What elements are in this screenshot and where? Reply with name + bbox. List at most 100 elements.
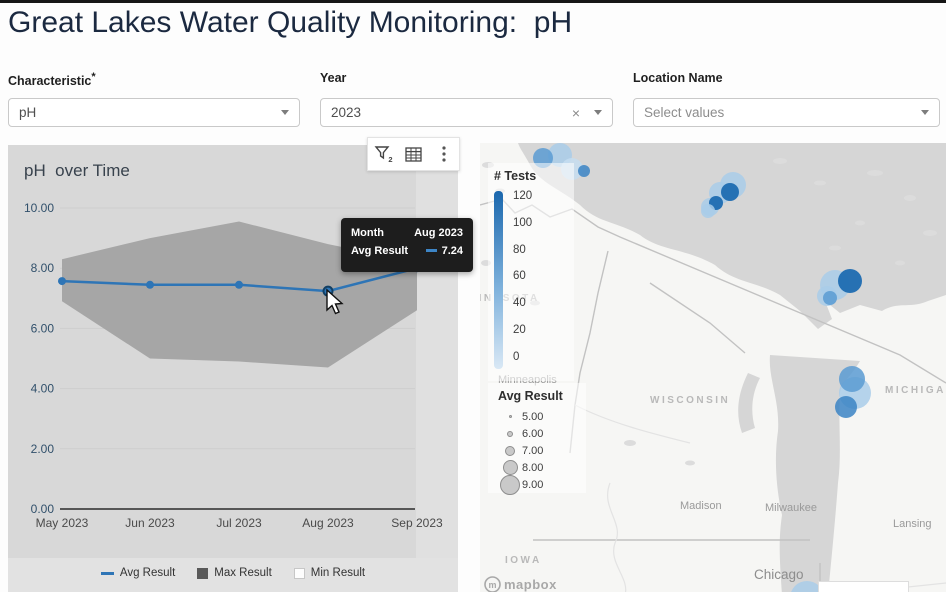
location-label: Location Name [633, 71, 723, 85]
characteristic-value: pH [19, 105, 281, 120]
size-dot [509, 415, 512, 418]
filter-characteristic: Characteristic* pH [8, 71, 96, 88]
required-marker: * [91, 71, 95, 83]
tests-legend-tick: 60 [513, 271, 532, 283]
tooltip-avg-label: Avg Result [351, 245, 408, 257]
min-swatch [294, 568, 305, 579]
tests-legend-tick: 80 [513, 245, 532, 257]
chevron-down-icon[interactable] [921, 110, 929, 115]
svg-text:0.00: 0.00 [31, 502, 55, 516]
color-gradient-bar [494, 191, 503, 369]
tooltip-month-label: Month [351, 227, 384, 239]
filter-count-button[interactable]: 2 [370, 141, 396, 167]
location-placeholder: Select values [644, 105, 921, 120]
chart-title: pH over Time [24, 161, 130, 181]
test-bubble[interactable] [701, 204, 715, 218]
size-label: 7.00 [522, 445, 543, 457]
test-bubble[interactable] [823, 291, 837, 305]
y-axis-labels: 10.00 8.00 6.00 4.00 2.00 0.00 [24, 201, 54, 516]
legend-label: Avg Result [120, 567, 175, 579]
chart-panel[interactable]: 10.00 8.00 6.00 4.00 2.00 0.00 May 2023 Jun 20… [8, 145, 458, 592]
test-bubble[interactable] [721, 183, 739, 201]
tests-legend-tick: 20 [513, 325, 532, 337]
size-label: 9.00 [522, 479, 543, 491]
legend-item-avg[interactable]: Avg Result [101, 567, 175, 579]
funnel-icon: 2 [374, 145, 393, 164]
characteristic-select[interactable]: pH [8, 98, 300, 127]
size-legend-item: 5.00 [498, 408, 563, 425]
legend-item-min[interactable]: Min Result [294, 567, 365, 579]
svg-text:Jul 2023: Jul 2023 [216, 516, 262, 530]
ph-over-time-chart[interactable]: 10.00 8.00 6.00 4.00 2.00 0.00 May 2023 Jun 20… [8, 145, 458, 592]
test-bubble[interactable] [835, 396, 857, 418]
svg-text:m: m [488, 580, 496, 590]
tests-legend-tick: 120 [513, 191, 532, 203]
clear-icon[interactable]: × [572, 106, 580, 120]
test-bubble[interactable] [578, 165, 590, 177]
svg-text:6.00: 6.00 [31, 321, 55, 335]
size-legend-item: 7.00 [498, 442, 563, 459]
size-label: 6.00 [522, 428, 543, 440]
svg-text:Aug 2023: Aug 2023 [302, 516, 354, 530]
size-label: 5.00 [522, 411, 543, 423]
svg-text:8.00: 8.00 [31, 261, 55, 275]
size-dot [507, 431, 513, 437]
tests-legend-tick: 100 [513, 218, 532, 230]
tests-color-legend: # Tests 120100806040200 [494, 169, 536, 369]
svg-text:4.00: 4.00 [31, 382, 55, 396]
tests-legend-tick: 40 [513, 298, 532, 310]
svg-text:2.00: 2.00 [31, 442, 55, 456]
characteristic-label: Characteristic* [8, 71, 96, 88]
tests-legend-title: # Tests [494, 169, 536, 183]
year-select[interactable]: 2023 × [320, 98, 613, 127]
location-select[interactable]: Select values [633, 98, 940, 127]
size-legend-title: Avg Result [498, 389, 563, 403]
legend-label: Min Result [311, 567, 365, 579]
tooltip-month-value: Aug 2023 [414, 227, 463, 239]
filter-location: Location Name Select values [633, 71, 723, 85]
mapbox-logo-icon: m [484, 576, 501, 592]
avg-result-size-legend: Avg Result 5.00 6.00 7.00 8.00 9.00 [498, 389, 563, 493]
year-value: 2023 [331, 105, 572, 120]
dashboard: Great Lakes Water Quality Monitoring: pH… [0, 0, 946, 592]
avg-swatch [101, 572, 114, 575]
test-bubble[interactable] [839, 366, 865, 392]
size-legend-item: 6.00 [498, 425, 563, 442]
svg-text:Jun 2023: Jun 2023 [125, 516, 175, 530]
size-dot [503, 460, 518, 475]
chart-tooltip: Month Aug 2023 Avg Result 7.24 [341, 218, 473, 272]
tooltip-avg-value: 7.24 [426, 245, 463, 257]
kebab-menu-icon [442, 146, 446, 162]
svg-text:May 2023: May 2023 [36, 516, 89, 530]
svg-text:10.00: 10.00 [24, 201, 54, 215]
chart-legend: Avg Result Max Result Min Result [8, 567, 458, 579]
data-table-button[interactable] [400, 141, 426, 167]
test-bubble[interactable] [838, 269, 862, 293]
map-popup-corner [818, 581, 909, 592]
green-bay [738, 373, 760, 433]
table-icon [405, 147, 422, 162]
chevron-down-icon[interactable] [594, 110, 602, 115]
chart-toolbar: 2 [367, 137, 460, 171]
mapbox-wordmark: mapbox [504, 577, 557, 592]
mapbox-attribution[interactable]: m mapbox [484, 576, 557, 592]
x-axis-labels: May 2023 Jun 2023 Jul 2023 Aug 2023 Sep 2023 [36, 516, 443, 530]
max-swatch [197, 568, 208, 579]
more-options-button[interactable] [431, 141, 457, 167]
size-dot [500, 475, 520, 495]
size-dot [505, 446, 515, 456]
roads [575, 405, 946, 592]
legend-label: Max Result [214, 567, 272, 579]
chevron-down-icon[interactable] [281, 110, 289, 115]
series-dash-icon [426, 249, 437, 252]
map-panel[interactable]: MINNESOTAMinneapolisWISCONSINMICHIGANIOW… [480, 143, 946, 592]
page-title: Great Lakes Water Quality Monitoring: pH [8, 6, 572, 40]
size-legend-item: 8.00 [498, 459, 563, 476]
size-legend-item: 9.00 [498, 476, 563, 493]
svg-text:Sep 2023: Sep 2023 [391, 516, 443, 530]
filter-year: Year 2023 × [320, 71, 346, 85]
legend-item-max[interactable]: Max Result [197, 567, 272, 579]
size-label: 8.00 [522, 462, 543, 474]
svg-text:2: 2 [388, 155, 392, 164]
mouse-cursor-icon [325, 288, 347, 318]
